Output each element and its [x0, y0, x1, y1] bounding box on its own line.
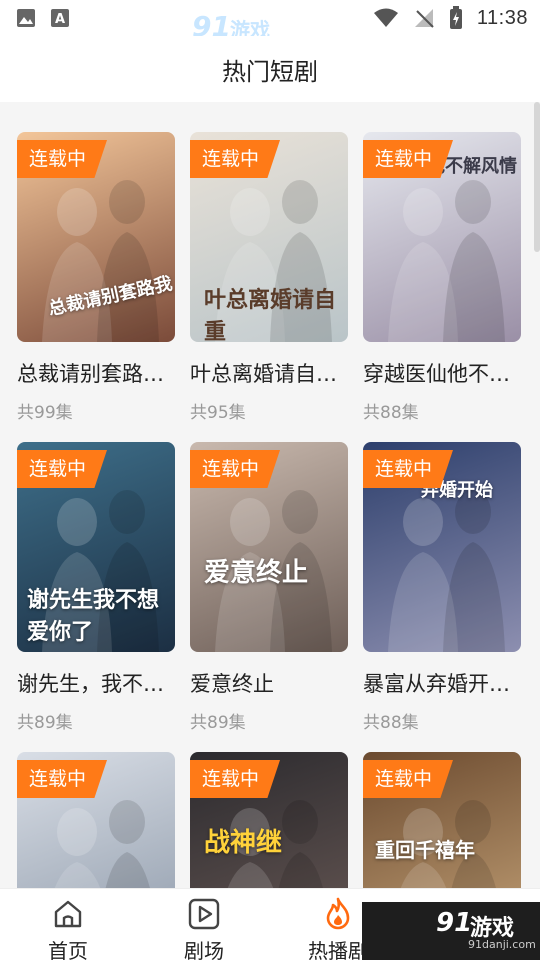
poster-caption: 战神继: [204, 828, 283, 858]
page-title: 热门短剧: [222, 58, 318, 86]
wifi-icon: [373, 8, 398, 27]
episode-count: 共99集: [17, 403, 73, 423]
drama-card[interactable]: 战神继 连载中: [190, 752, 348, 888]
drama-card[interactable]: 重回千禧年 连载中: [363, 752, 521, 888]
drama-title[interactable]: 谢先生，我不…: [17, 668, 177, 698]
drama-card[interactable]: 连载中: [17, 752, 175, 888]
status-badge: 连载中: [17, 760, 107, 798]
nav-theater[interactable]: 剧场: [159, 897, 249, 964]
drama-poster[interactable]: 总裁请别套路我 连载中: [17, 132, 175, 342]
poster-caption: 重回千禧年: [375, 838, 475, 862]
status-badge: 连载中: [17, 450, 107, 488]
poster-caption: 谢先生我不想爱你了: [27, 588, 160, 645]
flame-icon: [326, 897, 350, 930]
svg-text:A: A: [55, 12, 65, 27]
drama-poster[interactable]: 医仙他不解风情 连载中: [363, 132, 521, 342]
drama-poster[interactable]: 重回千禧年 连载中: [363, 752, 521, 888]
drama-title[interactable]: 叶总离婚请自…: [190, 358, 350, 388]
status-badge: 连载中: [363, 140, 453, 178]
episode-count: 共89集: [17, 713, 73, 733]
drama-card[interactable]: 医仙他不解风情 连载中穿越医仙他不… 共88集: [363, 132, 521, 423]
play-icon: [188, 898, 220, 930]
drama-poster[interactable]: 叶总离婚请自重 连载中: [190, 132, 348, 342]
clock: 11:38: [476, 6, 528, 29]
episode-count: 共89集: [190, 713, 246, 733]
font-a-icon: A: [51, 9, 69, 27]
drama-card[interactable]: 弃婚开始 连载中暴富从弃婚开… 共88集: [363, 442, 521, 733]
drama-grid[interactable]: 总裁请别套路我 连载中 总裁请别套路… 共99集 叶总离婚请自重 连载中 叶总离婚请自… 共9…: [0, 102, 540, 888]
status-badge: 连载中: [17, 140, 107, 178]
drama-card[interactable]: 谢先生我不想爱你了 连载中谢先生，我不… 共89集: [17, 442, 175, 733]
no-signal-icon: [414, 9, 434, 28]
battery-charging-icon: [449, 6, 462, 29]
home-icon: [54, 900, 82, 928]
nav-home[interactable]: 首页: [23, 897, 113, 964]
watermark-logo-bottom: 91 游戏 91danji.com: [362, 902, 540, 960]
drama-card[interactable]: 爱意终止 连载中爱意终止共89集: [190, 442, 348, 733]
status-badge: 连载中: [190, 450, 280, 488]
drama-poster[interactable]: 战神继 连载中: [190, 752, 348, 888]
gallery-icon: [17, 9, 35, 27]
poster-caption: 爱意终止: [204, 558, 309, 588]
scrollbar[interactable]: [534, 102, 540, 252]
status-badge: 连载中: [363, 760, 453, 798]
episode-count: 共88集: [363, 403, 419, 423]
status-badge: 连载中: [190, 760, 280, 798]
drama-title[interactable]: 总裁请别套路…: [17, 358, 177, 388]
drama-poster[interactable]: 谢先生我不想爱你了 连载中: [17, 442, 175, 652]
drama-title[interactable]: 穿越医仙他不…: [363, 358, 523, 388]
drama-title[interactable]: 爱意终止: [190, 668, 350, 698]
drama-poster[interactable]: 爱意终止 连载中: [190, 442, 348, 652]
drama-poster[interactable]: 弃婚开始 连载中: [363, 442, 521, 652]
drama-title[interactable]: 暴富从弃婚开…: [363, 668, 523, 698]
drama-poster[interactable]: 连载中: [17, 752, 175, 888]
header: 热门短剧: [0, 36, 540, 102]
drama-card[interactable]: 总裁请别套路我 连载中总裁请别套路… 共99集: [17, 132, 175, 423]
episode-count: 共95集: [190, 403, 246, 423]
drama-card[interactable]: 叶总离婚请自重 连载中叶总离婚请自… 共95集: [190, 132, 348, 423]
status-badge: 连载中: [190, 140, 280, 178]
episode-count: 共88集: [363, 713, 419, 733]
status-badge: 连载中: [363, 450, 453, 488]
poster-caption: 叶总离婚请自重: [204, 288, 337, 342]
